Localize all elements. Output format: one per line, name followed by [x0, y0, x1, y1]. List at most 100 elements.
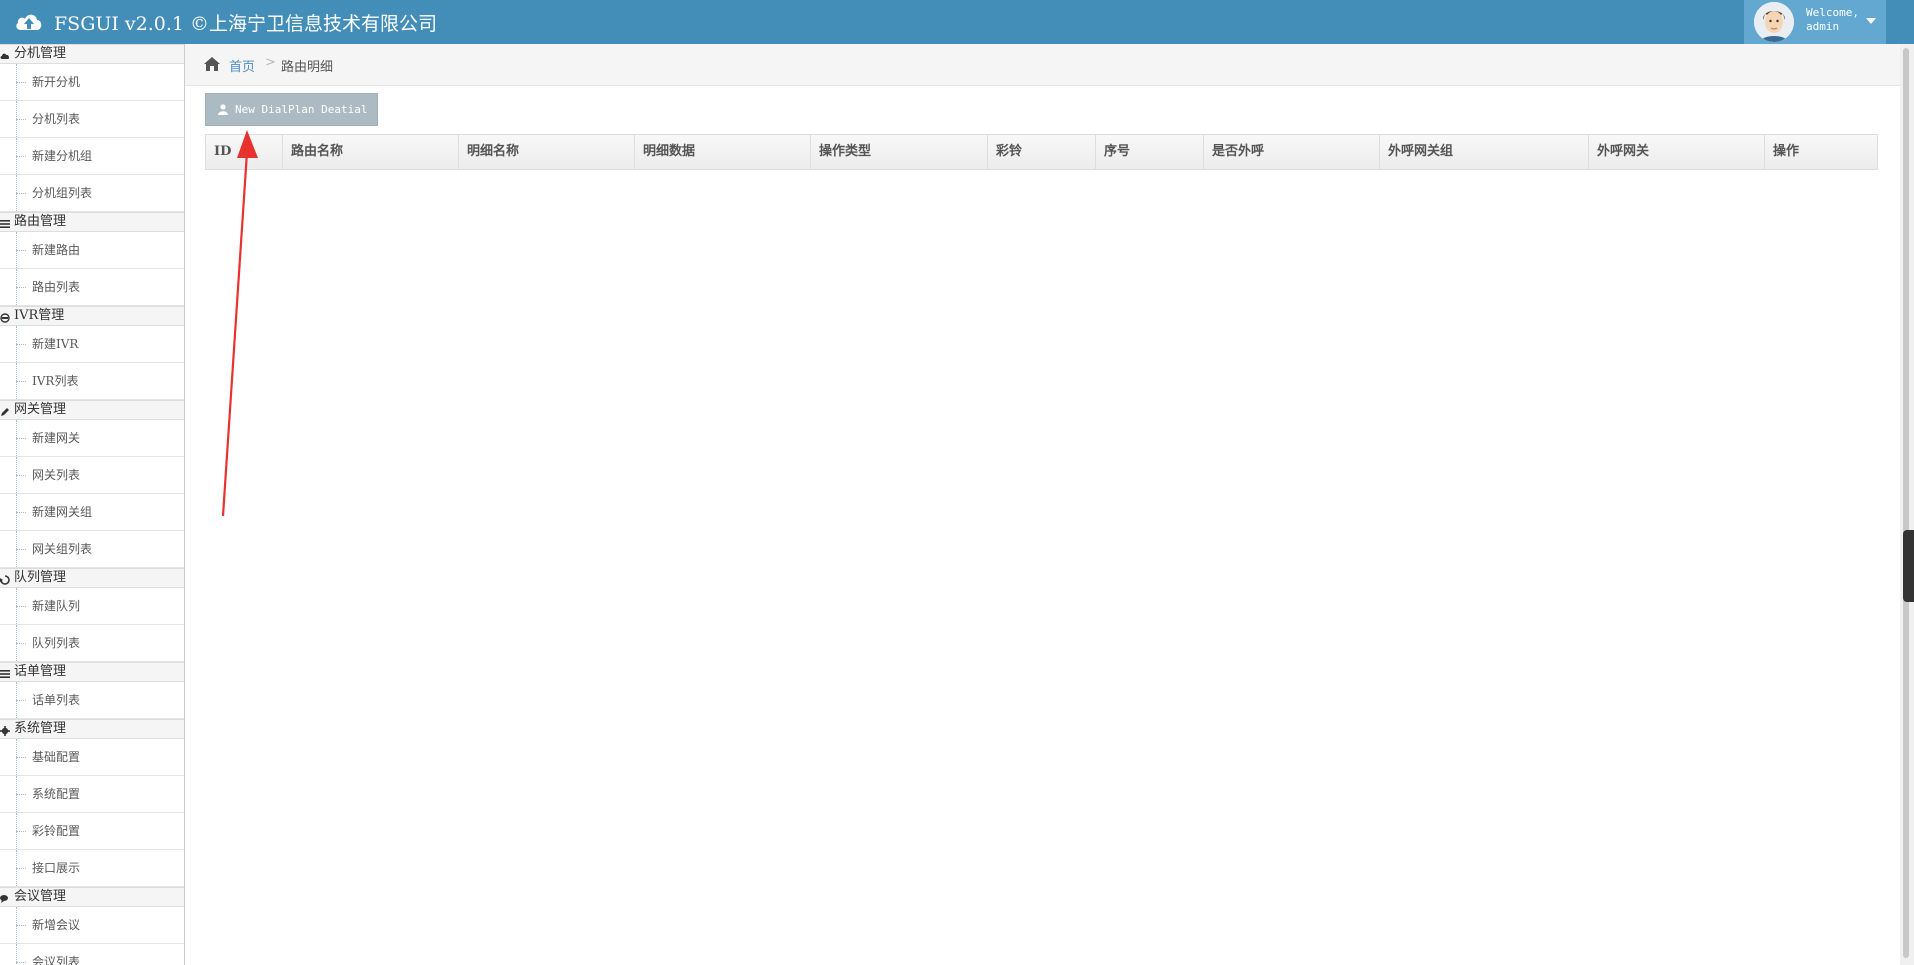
caret-down-icon[interactable] — [1866, 17, 1876, 25]
sidebar-item[interactable]: 分机组列表 — [0, 175, 184, 212]
sidebar-group-label: 系统管理 — [14, 721, 67, 736]
user-menu[interactable]: Welcome, admin — [1744, 0, 1886, 44]
avatar — [1754, 2, 1794, 42]
sidebar-item-label: 队列列表 — [32, 636, 81, 650]
sidebar-item-label: 新建IVR — [32, 337, 79, 351]
sidebar-item-label: 新增会议 — [32, 918, 81, 932]
sidebar-item[interactable]: 话单列表 — [0, 682, 184, 719]
sidebar-item[interactable]: 系统配置 — [0, 776, 184, 813]
list-icon — [0, 667, 10, 678]
sidebar-item[interactable]: 分机列表 — [0, 101, 184, 138]
sidebar-item-label: 新建网关 — [32, 431, 81, 445]
gear-icon — [0, 724, 10, 736]
sidebar-item-label: 新开分机 — [32, 75, 81, 89]
recycle-icon — [0, 573, 10, 585]
sidebar-item[interactable]: 队列列表 — [0, 625, 184, 662]
vertical-scrollbar[interactable] — [1900, 44, 1914, 965]
user-icon — [218, 104, 228, 115]
sidebar-item[interactable]: 新建路由 — [0, 232, 184, 269]
sidebar-group-7[interactable]: 会议管理 — [0, 887, 184, 907]
sidebar-item[interactable]: 新建网关组 — [0, 494, 184, 531]
sidebar-item-label: IVR列表 — [32, 374, 79, 388]
comments-icon — [0, 892, 10, 903]
sidebar-group-label: 分机管理 — [14, 46, 67, 61]
home-icon — [204, 57, 220, 71]
sidebar-item[interactable]: 网关列表 — [0, 457, 184, 494]
breadcrumb-separator: > — [265, 55, 276, 70]
sidebar-group-label: 会议管理 — [14, 889, 67, 904]
dialplan-detail-table-header: ID 路由名称 明细名称 明细数据 操作类型 彩铃 序号 是否外呼 外呼网关组 外呼网关 操作 — [205, 134, 1878, 170]
sidebar-group-label: IVR管理 — [14, 308, 65, 323]
sidebar-item-label: 新建队列 — [32, 599, 81, 613]
column-header[interactable]: 是否外呼 — [1203, 135, 1379, 169]
breadcrumb-home-link[interactable]: 首页 — [229, 56, 255, 75]
sidebar-item-label: 分机列表 — [32, 112, 81, 126]
headset-icon — [0, 311, 10, 323]
sidebar-item[interactable]: IVR列表 — [0, 363, 184, 400]
sidebar-item-label: 系统配置 — [32, 787, 81, 801]
sidebar-item[interactable]: 会议列表 — [0, 944, 184, 965]
sidebar-item[interactable]: 新开分机 — [0, 64, 184, 101]
app-title: FSGUI v2.0.1 ©上海宁卫信息技术有限公司 — [54, 13, 438, 35]
new-dialplan-detail-button[interactable]: New DialPlan Deatial — [205, 93, 378, 126]
column-header[interactable]: 操作 — [1764, 135, 1877, 169]
user-avatar-icon — [1754, 2, 1794, 42]
sidebar-item-label: 接口展示 — [32, 861, 81, 875]
username: admin — [1806, 20, 1840, 33]
sidebar-item-label: 分机组列表 — [32, 186, 93, 200]
column-header[interactable]: 路由名称 — [282, 135, 458, 169]
sidebar-item-label: 基础配置 — [32, 750, 81, 764]
breadcrumb-current: 路由明细 — [281, 60, 334, 75]
sidebar-group-2[interactable]: IVR管理 — [0, 306, 184, 326]
sidebar-item[interactable]: 网关组列表 — [0, 531, 184, 568]
sidebar-item-label: 网关组列表 — [32, 542, 93, 556]
cloud-icon — [0, 49, 10, 59]
breadcrumb: 首页 > 路由明细 — [185, 44, 1900, 86]
sidebar-group-5[interactable]: 话单管理 — [0, 662, 184, 682]
sidebar-group-label: 话单管理 — [14, 664, 67, 679]
sidebar-group-6[interactable]: 系统管理 — [0, 719, 184, 739]
sidebar-item[interactable]: 新增会议 — [0, 907, 184, 944]
sidebar-group-3[interactable]: 网关管理 — [0, 400, 184, 420]
column-header[interactable]: 序号 — [1095, 135, 1203, 169]
scrollbar-thumb[interactable] — [1903, 48, 1909, 958]
sidebar-item[interactable]: 基础配置 — [0, 739, 184, 776]
column-header[interactable]: 明细数据 — [634, 135, 810, 169]
sidebar-item-label: 彩铃配置 — [32, 824, 81, 838]
column-header[interactable]: 彩铃 — [987, 135, 1095, 169]
sidebar-item[interactable]: 接口展示 — [0, 850, 184, 887]
column-header[interactable]: 外呼网关 — [1588, 135, 1764, 169]
column-header[interactable]: 外呼网关组 — [1379, 135, 1588, 169]
top-navbar: FSGUI v2.0.1 ©上海宁卫信息技术有限公司 Welcome, admi… — [0, 0, 1914, 44]
sidebar-item-label: 路由列表 — [32, 280, 81, 294]
sidebar-item[interactable]: 彩铃配置 — [0, 813, 184, 850]
sidebar-group-label: 队列管理 — [14, 570, 67, 585]
cloud-upload-icon — [16, 14, 42, 30]
sidebar-item-label: 新建路由 — [32, 243, 81, 257]
sidebar-item[interactable]: 新建IVR — [0, 326, 184, 363]
annotation-arrow — [221, 130, 258, 517]
column-header[interactable]: 操作类型 — [810, 135, 987, 169]
sidebar-group-0[interactable]: 分机管理 — [0, 44, 184, 64]
sidebar-item[interactable]: 新建网关 — [0, 420, 184, 457]
sidebar-item-label: 新建网关组 — [32, 505, 93, 519]
sidebar-item-label: 新建分机组 — [32, 149, 93, 163]
sidebar-item[interactable]: 新建队列 — [0, 588, 184, 625]
sidebar-group-1[interactable]: 路由管理 — [0, 212, 184, 232]
sidebar-item-label: 话单列表 — [32, 693, 81, 707]
welcome-label: Welcome, — [1806, 6, 1859, 19]
new-dialplan-detail-label: New DialPlan Deatial — [235, 103, 368, 116]
side-handle[interactable] — [1903, 530, 1914, 602]
pencil-icon — [0, 405, 10, 416]
sidebar-nav: 分机管理新开分机分机列表新建分机组分机组列表路由管理新建路由路由列表 IVR管理新… — [0, 44, 185, 965]
column-header[interactable]: 明细名称 — [458, 135, 634, 169]
sidebar-group-label: 网关管理 — [14, 402, 67, 417]
sidebar-item[interactable]: 新建分机组 — [0, 138, 184, 175]
sidebar-group-4[interactable]: 队列管理 — [0, 568, 184, 588]
welcome-text: Welcome, admin — [1806, 6, 1859, 34]
sidebar-item[interactable]: 路由列表 — [0, 269, 184, 306]
list-icon — [0, 217, 10, 228]
sidebar-item-label: 网关列表 — [32, 468, 81, 482]
sidebar-group-label: 路由管理 — [14, 214, 67, 229]
sidebar-item-label: 会议列表 — [32, 955, 81, 965]
